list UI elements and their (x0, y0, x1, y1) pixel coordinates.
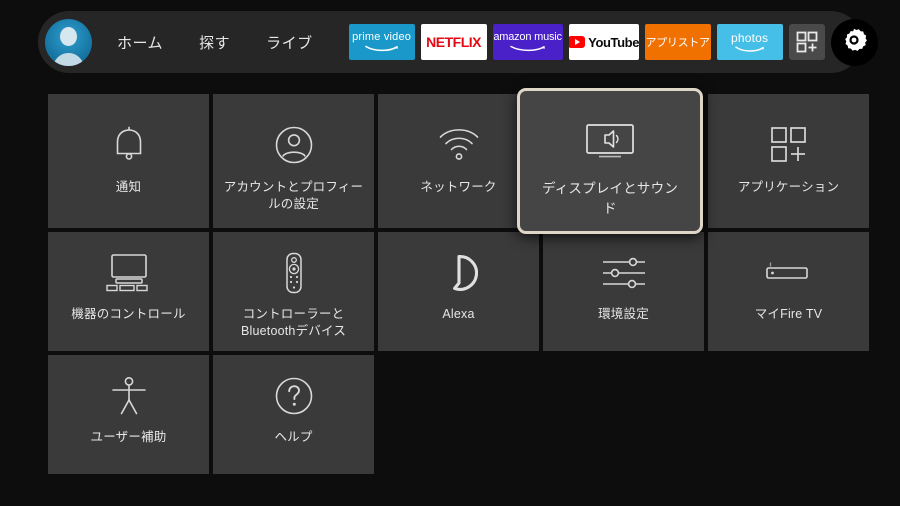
apps-grid-plus-button[interactable] (788, 24, 825, 60)
amazon-music-label: amazon music (493, 31, 562, 43)
tv-speaker-icon (583, 121, 637, 163)
fire-tv-stick-icon (765, 253, 813, 293)
profile-avatar[interactable] (45, 18, 92, 66)
nav-item-live[interactable]: ライブ (266, 28, 313, 57)
tile-label: アカウントとプロフィールの設定 (223, 180, 364, 211)
app-tile-youtube[interactable]: YouTube (568, 24, 639, 60)
tile-label: Alexa (442, 307, 475, 321)
settings-tile-help[interactable]: ヘルプ (213, 355, 374, 474)
nav-links: ホーム 探す ライブ (117, 28, 349, 57)
settings-tile-network[interactable]: ネットワーク (378, 94, 539, 228)
tile-label: コントローラーとBluetoothデバイス (240, 307, 347, 338)
photos-label: photos (730, 30, 769, 45)
tile-label: マイFire TV (754, 307, 823, 321)
settings-tile-account-profile[interactable]: アカウントとプロフィールの設定 (213, 94, 374, 228)
youtube-label: YouTube (588, 34, 639, 50)
wifi-icon (438, 124, 480, 166)
person-circle-icon (274, 124, 314, 166)
amazon-smile-icon (509, 45, 545, 52)
nav-item-home[interactable]: ホーム (117, 28, 163, 57)
tile-label: 環境設定 (598, 307, 649, 321)
settings-tile-my-fire-tv[interactable]: マイFire TV (708, 232, 869, 351)
app-shortcuts: prime video NETFLIX amazon music YouTube… (348, 18, 885, 66)
amazon-smile-icon (734, 45, 764, 52)
app-tile-photos[interactable]: photos (716, 24, 783, 60)
bell-icon (111, 124, 147, 166)
tile-label: 機器のコントロール (71, 307, 186, 321)
sliders-icon (601, 253, 647, 293)
settings-row-2: 機器のコントロール コントローラーとBluetoothデバイス Alexa 環境… (48, 232, 869, 351)
settings-tile-preferences[interactable]: 環境設定 (543, 232, 704, 351)
app-tile-amazon-music[interactable]: amazon music (492, 24, 563, 60)
app-tile-prime-video[interactable]: prime video (348, 24, 415, 60)
settings-tile-controllers-bluetooth[interactable]: コントローラーとBluetoothデバイス (213, 232, 374, 351)
gear-icon (845, 28, 867, 51)
tile-label: アプリケーション (737, 180, 840, 194)
fire-tv-settings-screen: ホーム 探す ライブ prime video NETFLIX amazon mu… (0, 0, 900, 506)
tile-label: ディスプレイとサウンド (541, 181, 679, 216)
nav-item-find[interactable]: 探す (199, 28, 230, 57)
settings-tile-applications[interactable]: アプリケーション (708, 94, 869, 228)
apps-grid-plus-icon (769, 124, 809, 166)
top-navigation-bar: ホーム 探す ライブ prime video NETFLIX amazon mu… (38, 11, 878, 73)
tv-devices-icon (103, 253, 155, 293)
settings-tile-grid: 通知 アカウントとプロフィールの設定 ネットワーク アプリケーション ディスプレ… (48, 88, 869, 474)
tile-label: ユーザー補助 (90, 430, 167, 444)
settings-row-3: ユーザー補助 ヘルプ (48, 355, 852, 474)
avatar-head (60, 27, 77, 47)
settings-row-1: 通知 アカウントとプロフィールの設定 ネットワーク アプリケーション ディスプレ… (48, 88, 869, 234)
tile-label: 通知 (115, 180, 142, 194)
question-circle-icon (274, 376, 314, 416)
avatar-body (53, 52, 84, 66)
tile-label: ネットワーク (420, 180, 497, 194)
app-tile-appstore[interactable]: アプリストア (644, 24, 711, 60)
prime-video-label: prime video (352, 31, 412, 43)
alexa-ring-icon (440, 253, 478, 293)
settings-tile-device-control[interactable]: 機器のコントロール (48, 232, 209, 351)
tile-label: ヘルプ (274, 430, 313, 444)
netflix-label: NETFLIX (426, 34, 482, 50)
appstore-label: アプリストア (645, 37, 710, 49)
youtube-play-icon (568, 36, 586, 48)
settings-tile-alexa[interactable]: Alexa (378, 232, 539, 351)
amazon-smile-icon (364, 45, 398, 52)
remote-control-icon (283, 252, 305, 294)
settings-button[interactable] (830, 18, 878, 66)
settings-tile-notifications[interactable]: 通知 (48, 94, 209, 228)
apps-grid-plus-icon (796, 31, 817, 53)
settings-tile-display-and-sound[interactable]: ディスプレイとサウンド (517, 88, 703, 234)
settings-tile-accessibility[interactable]: ユーザー補助 (48, 355, 209, 474)
accessibility-icon (110, 376, 148, 416)
app-tile-netflix[interactable]: NETFLIX (420, 24, 487, 60)
